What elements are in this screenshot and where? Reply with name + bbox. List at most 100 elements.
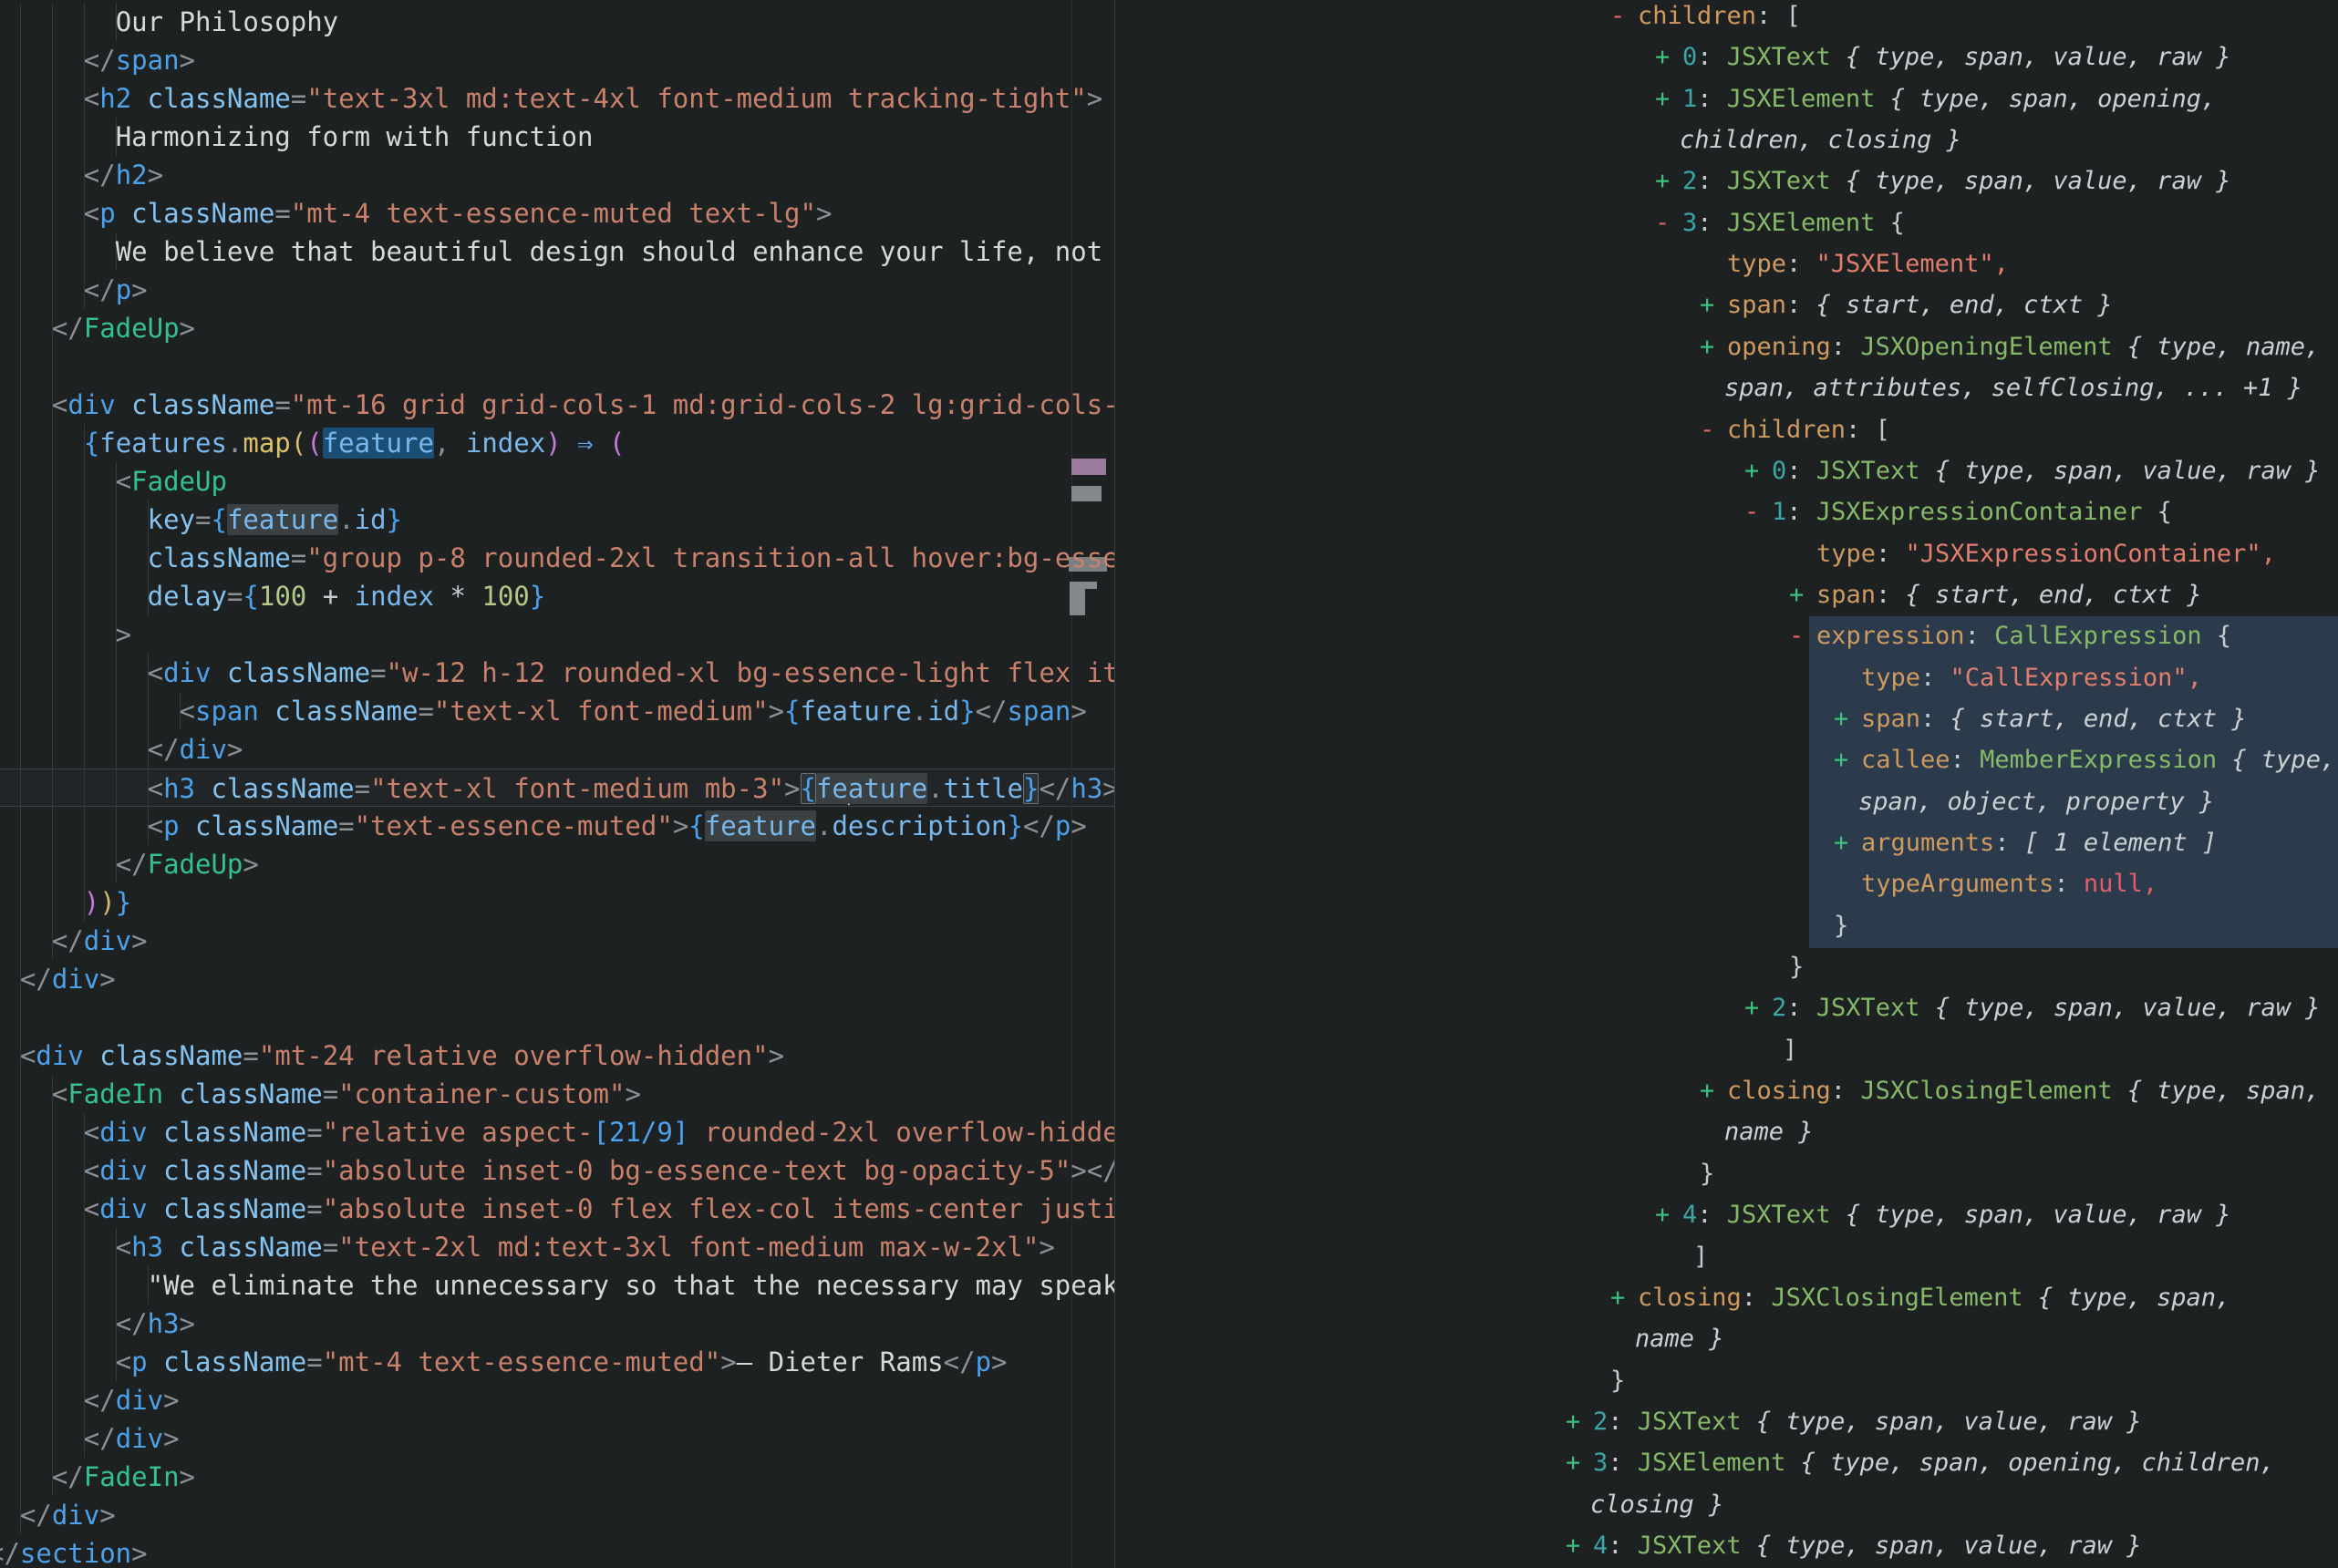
code-line[interactable]: <div className="absolute inset-0 bg-esse… xyxy=(0,1151,1114,1190)
ast-row[interactable]: +3: JSXElement { type, span, opening, ch… xyxy=(1566,1442,2275,1483)
ast-row[interactable]: +0: JSXText { type, span, value, raw } xyxy=(1655,36,2230,77)
ast-row[interactable]: +callee: MemberExpression { type, xyxy=(1834,739,2335,780)
code-line[interactable]: key={feature.id} xyxy=(0,500,1114,539)
expand-icon[interactable]: + xyxy=(1834,739,1861,780)
collapse-icon[interactable]: - xyxy=(1655,202,1682,243)
expand-icon[interactable]: + xyxy=(1566,1401,1593,1442)
ast-row[interactable]: type: "JSXElement", xyxy=(1727,243,2009,284)
ast-row[interactable]: ] xyxy=(1693,1236,1708,1277)
code-line[interactable]: > xyxy=(0,615,1114,654)
ast-inspector-panel[interactable]: -children: [+0: JSXText { type, span, va… xyxy=(1115,0,2338,1568)
ast-row[interactable]: +1: JSXElement { type, span, opening, xyxy=(1655,78,2216,119)
code-line[interactable]: Harmonizing form with function xyxy=(0,118,1114,156)
code-line[interactable]: </div> xyxy=(0,1496,1114,1534)
ast-row[interactable]: name } xyxy=(1635,1318,1724,1359)
code-line[interactable]: className="group p-8 rounded-2xl transit… xyxy=(0,539,1114,577)
code-line[interactable]: <div className="mt-24 relative overflow-… xyxy=(0,1037,1114,1075)
code-line[interactable]: We believe that beautiful design should … xyxy=(0,232,1114,271)
ast-row[interactable]: +span: { start, end, ctxt } xyxy=(1700,284,2113,325)
code-line[interactable]: </p> xyxy=(0,271,1114,309)
ast-row[interactable]: ] xyxy=(1783,1029,1797,1070)
expand-icon[interactable]: + xyxy=(1610,1277,1638,1318)
ast-row[interactable]: } xyxy=(1610,1360,1625,1401)
ast-row[interactable]: name } xyxy=(1724,1111,1814,1152)
code-editor-panel[interactable]: Our Philosophy </span> <h2 className="te… xyxy=(0,0,1114,1568)
collapse-icon[interactable]: - xyxy=(1700,409,1727,450)
code-line[interactable]: <div className="relative aspect-[21/9] r… xyxy=(0,1113,1114,1151)
code-line[interactable]: <h3 className="text-xl font-medium mb-3"… xyxy=(0,769,1114,807)
code-line[interactable]: <div className="mt-16 grid grid-cols-1 m… xyxy=(0,386,1114,424)
code-line[interactable]: <p className="text-essence-muted">{featu… xyxy=(0,807,1114,845)
code-line[interactable]: </span> xyxy=(0,41,1114,79)
ast-row[interactable]: -children: [ xyxy=(1610,0,1801,36)
ast-row[interactable]: +2: JSXText { type, span, value, raw } xyxy=(1655,160,2230,201)
expand-icon[interactable]: + xyxy=(1700,326,1727,367)
code-line[interactable]: <div className="w-12 h-12 rounded-xl bg-… xyxy=(0,654,1114,692)
ast-row[interactable]: +2: JSXText { type, span, value, raw } xyxy=(1744,987,2320,1028)
expand-icon[interactable]: + xyxy=(1655,1194,1682,1235)
code-line[interactable]: </FadeUp> xyxy=(0,309,1114,347)
expand-icon[interactable]: + xyxy=(1655,160,1682,201)
code-line[interactable]: <div className="absolute inset-0 flex fl… xyxy=(0,1190,1114,1228)
expand-icon[interactable]: + xyxy=(1566,1442,1593,1483)
ast-row[interactable]: } xyxy=(1789,946,1804,987)
ast-row[interactable]: +closing: JSXClosingElement { type, span… xyxy=(1610,1277,2230,1318)
ast-row[interactable]: type: "JSXExpressionContainer", xyxy=(1816,533,2276,574)
ast-row[interactable]: } xyxy=(1700,1153,1714,1194)
code-line[interactable]: </FadeIn> xyxy=(0,1458,1114,1496)
ast-row[interactable]: -children: [ xyxy=(1700,409,1890,450)
ast-row[interactable]: +span: { start, end, ctxt } xyxy=(1834,698,2247,739)
code-line[interactable]: </div> xyxy=(0,922,1114,960)
ast-row[interactable]: span, object, property } xyxy=(1858,781,2214,822)
code-line[interactable]: "We eliminate the unnecessary so that th… xyxy=(0,1266,1114,1305)
ast-row[interactable]: +arguments: [ 1 element ] xyxy=(1834,822,2217,863)
ast-row[interactable]: type: "CallExpression", xyxy=(1861,657,2202,698)
code-line[interactable]: <span className="text-xl font-medium">{f… xyxy=(0,692,1114,730)
collapse-icon[interactable]: - xyxy=(1610,0,1638,36)
code-line[interactable]: Our Philosophy xyxy=(0,3,1114,41)
code-line[interactable]: </div> xyxy=(0,1419,1114,1458)
ast-row[interactable]: +span: { start, end, ctxt } xyxy=(1789,574,2202,615)
ast-row[interactable]: span, attributes, selfClosing, ... +1 } xyxy=(1724,367,2302,408)
ast-row[interactable]: typeArguments: null, xyxy=(1861,863,2157,904)
expand-icon[interactable]: + xyxy=(1744,987,1772,1028)
code-line[interactable]: <p className="mt-4 text-essence-muted te… xyxy=(0,194,1114,232)
code-line[interactable]: </div> xyxy=(0,960,1114,998)
expand-icon[interactable]: + xyxy=(1700,1070,1727,1111)
expand-icon[interactable]: + xyxy=(1789,574,1816,615)
code-line[interactable]: </div> xyxy=(0,1381,1114,1419)
code-line[interactable]: <h3 className="text-2xl md:text-3xl font… xyxy=(0,1228,1114,1266)
code-line[interactable]: </section> xyxy=(0,1534,1114,1568)
code-line[interactable]: ))} xyxy=(0,883,1114,922)
code-line[interactable]: </div> xyxy=(0,730,1114,769)
ast-row[interactable]: closing } xyxy=(1590,1484,1723,1525)
ast-row[interactable]: +2: JSXText { type, span, value, raw } xyxy=(1566,1401,2141,1442)
code-line[interactable]: </h3> xyxy=(0,1305,1114,1343)
ast-row[interactable]: +closing: JSXClosingElement { type, span… xyxy=(1700,1070,2320,1111)
code-line[interactable] xyxy=(0,998,1114,1037)
expand-icon[interactable]: + xyxy=(1655,36,1682,77)
ast-row[interactable]: +0: JSXText { type, span, value, raw } xyxy=(1744,450,2320,491)
code-line[interactable]: <FadeUp xyxy=(0,462,1114,500)
code-line[interactable]: <p className="mt-4 text-essence-muted">—… xyxy=(0,1343,1114,1381)
code-line[interactable]: {features.map((feature, index) ⇒ ( xyxy=(0,424,1114,462)
expand-icon[interactable]: + xyxy=(1566,1525,1593,1566)
code-line[interactable]: </h2> xyxy=(0,156,1114,194)
ast-row[interactable]: children, closing } xyxy=(1680,119,1961,160)
ast-row[interactable]: +opening: JSXOpeningElement { type, name… xyxy=(1700,326,2320,367)
ast-row[interactable]: +4: JSXText { type, span, value, raw } xyxy=(1655,1194,2230,1235)
ast-row[interactable]: } xyxy=(1834,905,1848,946)
code-line[interactable] xyxy=(0,347,1114,386)
expand-icon[interactable]: + xyxy=(1655,78,1682,119)
ast-row[interactable]: -3: JSXElement { xyxy=(1655,202,1905,243)
collapse-icon[interactable]: - xyxy=(1744,491,1772,532)
ast-row[interactable]: -expression: CallExpression { xyxy=(1789,615,2231,656)
expand-icon[interactable]: + xyxy=(1834,822,1861,863)
expand-icon[interactable]: + xyxy=(1744,450,1772,491)
code-line[interactable]: <h2 className="text-3xl md:text-4xl font… xyxy=(0,79,1114,118)
code-line[interactable]: </FadeUp> xyxy=(0,845,1114,883)
code-line[interactable]: <FadeIn className="container-custom"> xyxy=(0,1075,1114,1113)
collapse-icon[interactable]: - xyxy=(1789,615,1816,656)
ast-row[interactable]: -1: JSXExpressionContainer { xyxy=(1744,491,2172,532)
ast-row[interactable]: +4: JSXText { type, span, value, raw } xyxy=(1566,1525,2141,1566)
